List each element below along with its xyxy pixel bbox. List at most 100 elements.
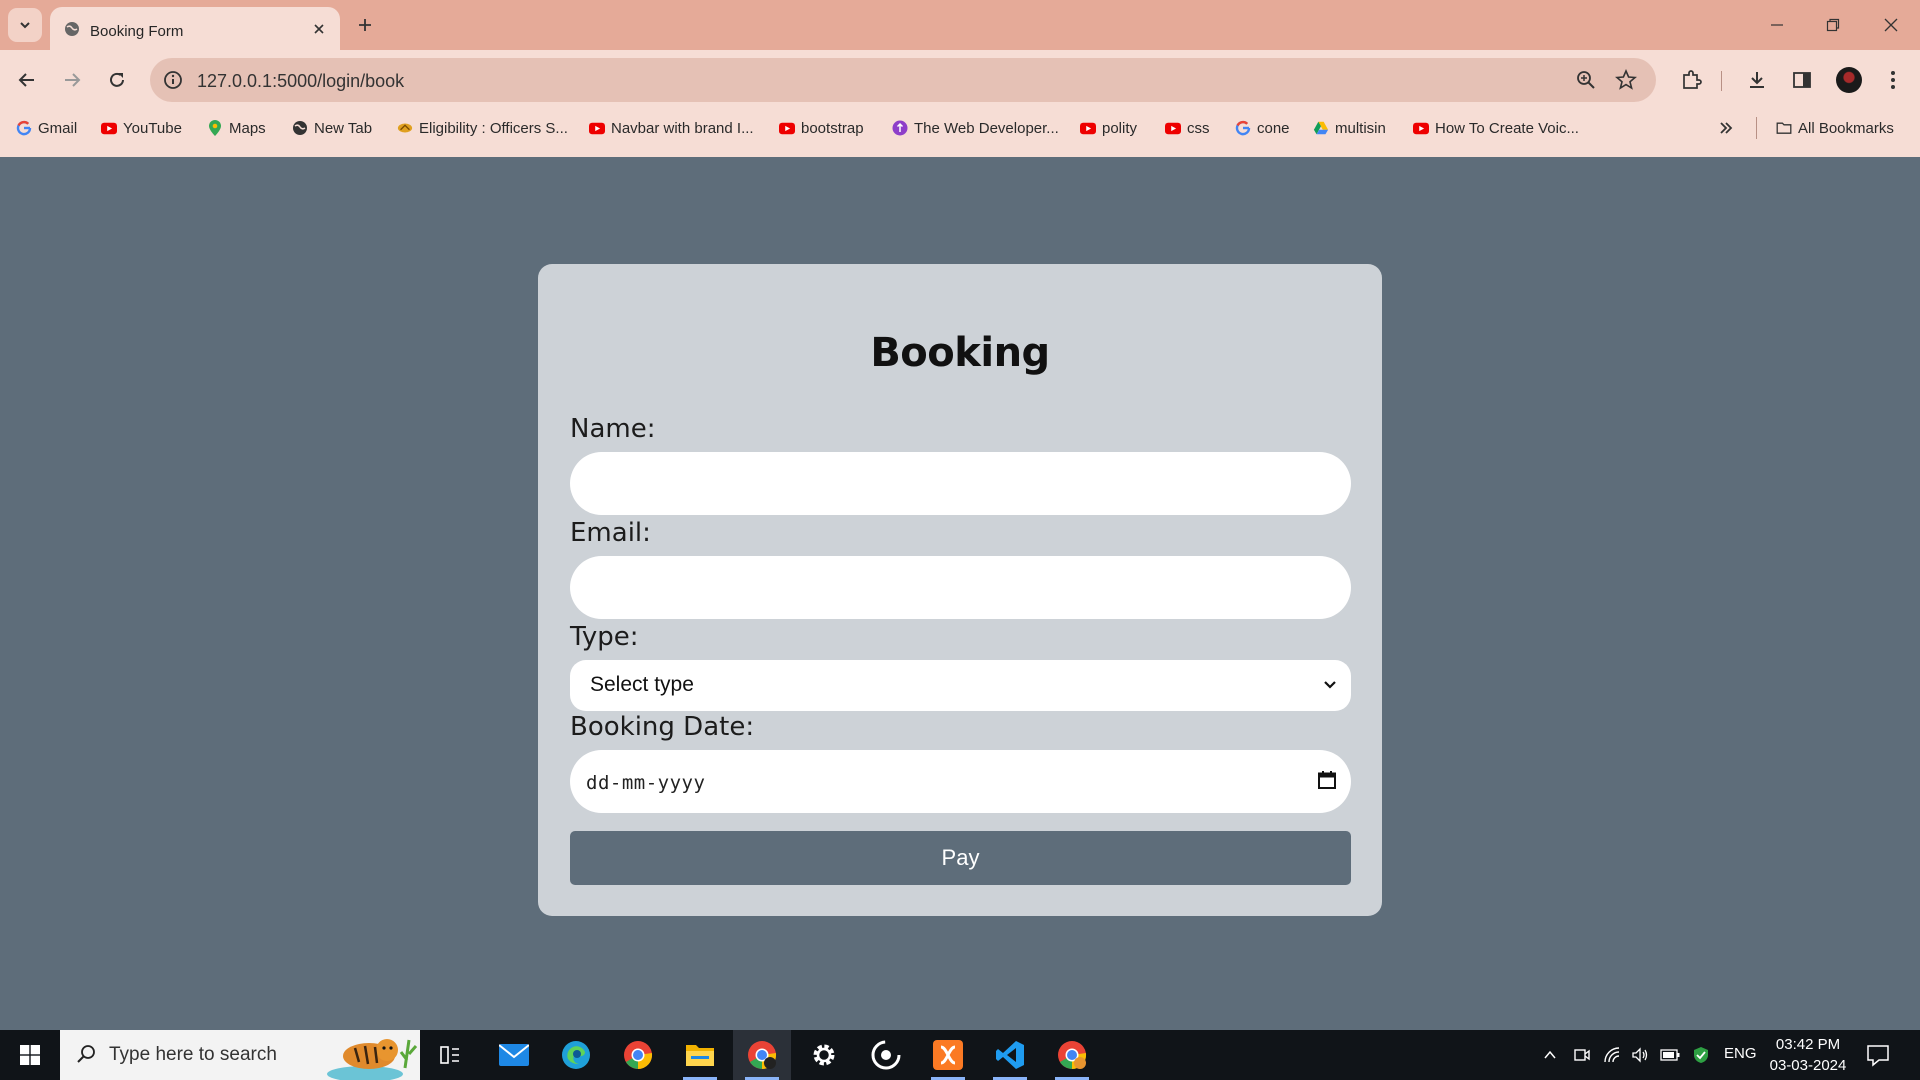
bookmark-item[interactable]: Gmail [16, 117, 77, 139]
wifi-icon[interactable] [1602, 1045, 1622, 1065]
site-info-icon[interactable] [162, 69, 184, 96]
bookmark-item[interactable]: Maps [207, 117, 266, 139]
battery-icon[interactable] [1660, 1045, 1680, 1065]
download-icon[interactable] [1742, 65, 1772, 95]
reload-button[interactable] [102, 65, 132, 95]
kebab-menu-icon[interactable] [1878, 65, 1908, 95]
taskbar-app-chrome-active[interactable] [733, 1030, 791, 1080]
bookmark-label: New Tab [314, 119, 373, 137]
bookmark-item[interactable]: YouTube [101, 117, 182, 139]
meet-now-icon[interactable] [1572, 1045, 1592, 1065]
taskbar-app-xampp[interactable] [919, 1030, 977, 1080]
arrow-left-icon [18, 73, 34, 87]
recorder-icon [871, 1040, 901, 1070]
booking-date-input[interactable]: dd-mm-yyyy [570, 750, 1351, 813]
search-placeholder: Type here to search [109, 1044, 277, 1065]
language-indicator[interactable]: ENG [1724, 1045, 1757, 1062]
bookmark-item[interactable]: bootstrap [779, 117, 864, 139]
clock-date: 03-03-2024 [1769, 1057, 1847, 1074]
name-input[interactable] [570, 452, 1351, 515]
bookmark-label: bootstrap [801, 119, 864, 137]
taskbar-app-settings[interactable] [795, 1030, 853, 1080]
youtube-icon [589, 120, 605, 136]
bookmark-label: Eligibility : Officers S... [419, 119, 568, 137]
bookmark-label: YouTube [123, 119, 182, 137]
profile-avatar[interactable] [1836, 67, 1862, 93]
notification-icon[interactable] [1866, 1043, 1890, 1072]
clock-time: 03:42 PM [1775, 1036, 1841, 1053]
restore-button[interactable] [1818, 10, 1848, 40]
tab-title: Booking Form [90, 23, 184, 40]
extensions-icon[interactable] [1676, 65, 1706, 95]
star-icon[interactable] [1615, 68, 1637, 96]
bookmark-item[interactable]: css [1165, 117, 1210, 139]
globe-icon [64, 21, 80, 42]
taskbar-app-file-explorer[interactable] [671, 1030, 729, 1080]
bookmark-item[interactable]: New Tab [292, 117, 372, 139]
taskbar-app-chrome-profile[interactable] [1043, 1030, 1101, 1080]
type-select[interactable]: Select type [570, 660, 1351, 711]
calendar-icon[interactable] [1317, 770, 1337, 795]
taskbar-app-vscode[interactable] [981, 1030, 1039, 1080]
windows-logo-icon [20, 1045, 40, 1065]
maps-icon [207, 120, 223, 136]
bookmark-label: Maps [229, 119, 266, 137]
site-icon [397, 120, 413, 136]
globe-icon [292, 120, 308, 136]
forward-button[interactable] [57, 65, 87, 95]
booking-card: Booking Name: Email: Type: Select type B… [538, 264, 1382, 916]
arrow-right-icon [65, 73, 81, 87]
minimize-button[interactable] [1762, 10, 1792, 40]
bookmark-item[interactable]: How To Create Voic... [1413, 117, 1579, 139]
taskbar-clock[interactable]: 03:42 PM 03-03-2024 [1768, 1034, 1848, 1076]
browser-tab-active[interactable]: Booking Form [50, 7, 340, 50]
taskbar-app-chrome[interactable] [609, 1030, 667, 1080]
chrome-icon [1058, 1041, 1087, 1070]
google-icon [1235, 120, 1251, 136]
close-window-button[interactable] [1876, 10, 1906, 40]
bookmarks-overflow-button[interactable] [1718, 117, 1734, 139]
bookmark-item[interactable]: Eligibility : Officers S... [397, 117, 568, 139]
minimize-icon [1771, 24, 1783, 26]
close-tab-icon[interactable] [308, 18, 330, 40]
taskbar-search-box[interactable]: Type here to search [60, 1030, 420, 1080]
windows-taskbar: Type here to search ENG 03:42 PM 03-03-2… [0, 1030, 1920, 1080]
bookmark-item[interactable]: cone [1235, 117, 1290, 139]
bookmark-label: polity [1102, 119, 1138, 137]
new-tab-button[interactable] [352, 12, 378, 38]
google-icon [16, 120, 32, 136]
all-bookmarks-button[interactable]: All Bookmarks [1776, 117, 1894, 139]
zoom-icon[interactable] [1575, 69, 1597, 96]
bookmark-item[interactable]: multisin [1313, 117, 1386, 139]
type-label: Type: [570, 622, 639, 652]
youtube-icon [1413, 120, 1429, 136]
email-label: Email: [570, 518, 651, 548]
reload-icon [110, 72, 124, 87]
email-input[interactable] [570, 556, 1351, 619]
volume-icon[interactable] [1630, 1045, 1650, 1065]
bookmark-label: Navbar with brand I... [611, 119, 754, 137]
side-panel-icon[interactable] [1787, 65, 1817, 95]
tiger-illustration-icon [325, 1030, 420, 1080]
mail-icon [499, 1044, 529, 1066]
pay-button[interactable]: Pay [570, 831, 1351, 885]
back-button[interactable] [12, 65, 42, 95]
bookmark-item[interactable]: Navbar with brand I... [589, 117, 754, 139]
start-button[interactable] [0, 1030, 60, 1080]
chrome-icon [624, 1041, 653, 1070]
youtube-icon [1080, 120, 1096, 136]
address-bar[interactable]: 127.0.0.1:5000/login/book [150, 58, 1656, 102]
task-view-icon [440, 1046, 459, 1064]
type-select-value: Select type [590, 673, 694, 696]
taskbar-app-mail[interactable] [485, 1030, 543, 1080]
drive-icon [1313, 120, 1329, 136]
task-view-button[interactable] [421, 1030, 479, 1080]
chevron-up-icon[interactable] [1540, 1045, 1560, 1065]
security-shield-icon[interactable] [1691, 1045, 1711, 1065]
bookmark-item[interactable]: The Web Developer... [892, 117, 1059, 139]
taskbar-app-edge[interactable] [547, 1030, 605, 1080]
bookmark-item[interactable]: polity [1080, 117, 1137, 139]
taskbar-app-recorder[interactable] [857, 1030, 915, 1080]
tab-search-button[interactable] [8, 8, 42, 42]
vscode-icon [996, 1041, 1024, 1069]
